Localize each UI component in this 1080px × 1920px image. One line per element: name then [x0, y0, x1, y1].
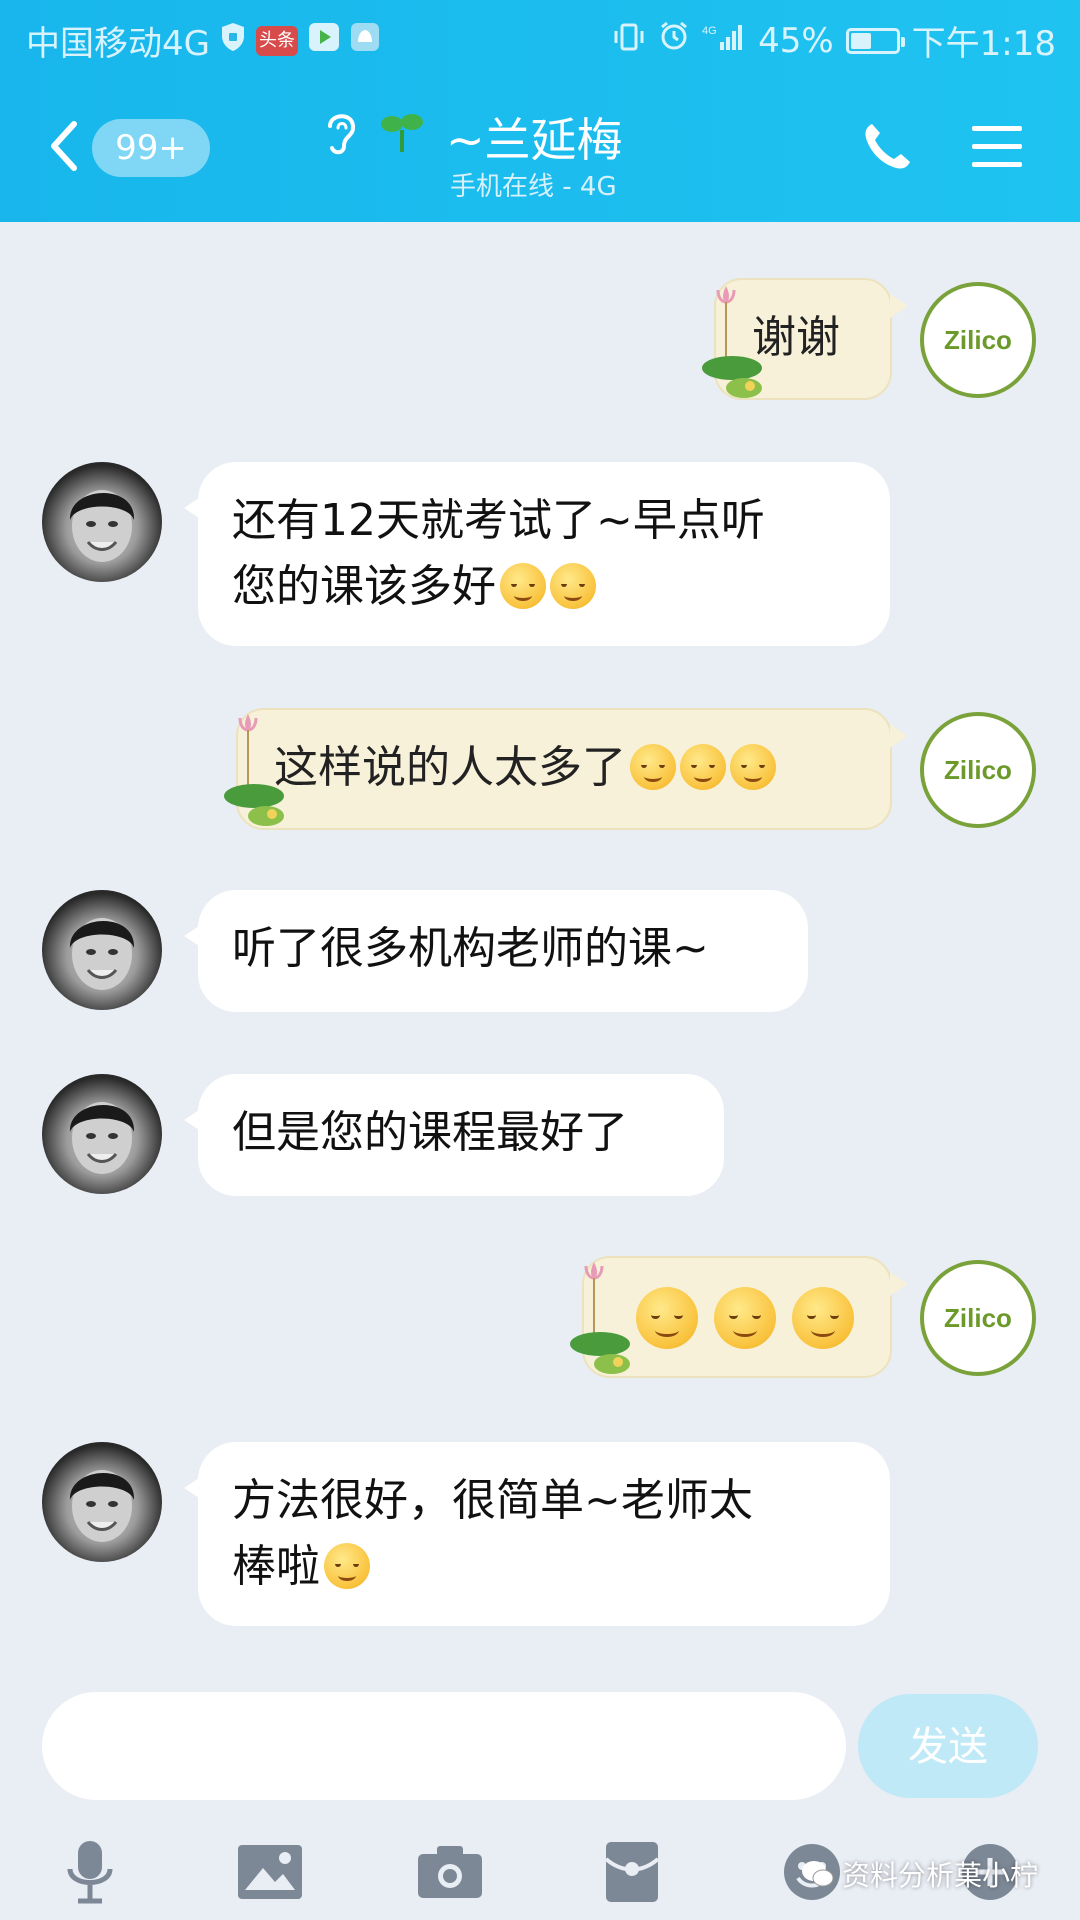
avatar-logo-text: Zilico	[944, 324, 1012, 355]
message-bubble-incoming[interactable]: 方法很好，很简单~老师太 棒啦	[184, 1442, 890, 1626]
menu-icon[interactable]	[970, 122, 1024, 176]
red-packet-button[interactable]	[592, 1832, 672, 1912]
contact-title[interactable]: ~兰延梅 手机在线 - 4G	[320, 100, 760, 210]
message-text-line: 方法很好，很简单~老师太	[232, 1475, 753, 1526]
camera-icon	[418, 1846, 482, 1898]
unread-count-badge[interactable]: 99+	[92, 119, 210, 177]
avatar-logo-text: Zilico	[944, 1302, 1012, 1333]
blushing-face-icon	[792, 1287, 854, 1349]
watermark-text: 资料分析菓小柠	[842, 1859, 1039, 1892]
my-avatar[interactable]: Zilico	[920, 1260, 1036, 1376]
chat-header: 中国移动4G 头条 4G 45% 下午1:18 99+ ~兰延梅 手机在线 - …	[0, 0, 1080, 222]
message-bubble-outgoing[interactable]: 谢谢	[702, 278, 908, 400]
video-app-icon	[308, 21, 340, 61]
message-text-line: 棒啦	[232, 1541, 320, 1592]
contact-avatar[interactable]	[42, 1074, 162, 1194]
crying-face-icon	[550, 563, 596, 609]
tears-of-joy-icon	[630, 744, 676, 790]
red-packet-icon	[604, 1842, 660, 1902]
message-text-line: 还有12天就考试了~早点听	[232, 495, 765, 546]
blushing-face-icon	[714, 1287, 776, 1349]
battery-icon	[845, 27, 905, 54]
carrier-label: 中国移动4G	[26, 24, 210, 64]
toutiao-app-icon: 头条	[255, 25, 298, 56]
message-text-line: 您的课该多好	[232, 561, 496, 612]
woman-portrait-icon	[69, 490, 135, 562]
message-bubble-outgoing[interactable]: 这样说的人太多了	[224, 708, 908, 830]
grinning-face-icon	[324, 1543, 370, 1589]
svg-text:4G: 4G	[702, 25, 717, 37]
status-bar: 中国移动4G 头条 4G 45% 下午1:18	[0, 0, 1080, 76]
contact-name: ~兰延梅	[446, 113, 623, 167]
phone-icon[interactable]	[860, 120, 914, 178]
alarm-icon	[658, 20, 690, 61]
huawei-app-icon	[350, 21, 380, 61]
tears-of-joy-icon	[680, 744, 726, 790]
send-button[interactable]: 发送	[858, 1694, 1038, 1798]
woman-portrait-icon	[69, 1102, 135, 1174]
avatar-logo-text: Zilico	[944, 754, 1012, 785]
message-text: 但是您的课程最好了	[232, 1107, 628, 1158]
signal-icon: 4G	[702, 21, 746, 61]
tears-of-joy-icon	[730, 744, 776, 790]
microphone-icon	[67, 1841, 113, 1904]
watermark: 资料分析菓小柠	[800, 1854, 1038, 1894]
vibrate-icon	[612, 21, 646, 61]
message-text: 这样说的人太多了	[274, 742, 626, 793]
camera-button[interactable]	[410, 1832, 490, 1912]
image-icon	[238, 1845, 302, 1899]
battery-percent: 45%	[758, 20, 834, 61]
woman-portrait-icon	[69, 1470, 135, 1542]
woman-portrait-icon	[69, 918, 135, 990]
message-bubble-outgoing[interactable]	[570, 1256, 908, 1378]
message-input[interactable]	[42, 1692, 846, 1800]
contact-avatar[interactable]	[42, 462, 162, 582]
blushing-face-icon	[636, 1287, 698, 1349]
voice-button[interactable]	[50, 1832, 130, 1912]
contact-avatar[interactable]	[42, 1442, 162, 1562]
wechat-icon	[802, 1861, 834, 1887]
message-bubble-incoming[interactable]: 但是您的课程最好了	[184, 1074, 724, 1196]
clock: 下午1:18	[911, 24, 1056, 64]
shield-icon	[220, 21, 246, 61]
image-button[interactable]	[230, 1832, 310, 1912]
message-bubble-incoming[interactable]: 听了很多机构老师的课~	[184, 890, 808, 1012]
message-text: 听了很多机构老师的课~	[232, 923, 709, 974]
back-button[interactable]	[44, 118, 84, 174]
battery-level	[850, 32, 871, 49]
contact-status: 手机在线 - 4G	[450, 172, 617, 202]
sprout-icon	[378, 108, 426, 160]
chevron-left-icon	[51, 121, 77, 171]
contact-avatar[interactable]	[42, 890, 162, 1010]
ear-icon[interactable]	[320, 106, 362, 162]
my-avatar[interactable]: Zilico	[920, 712, 1036, 828]
my-avatar[interactable]: Zilico	[920, 282, 1036, 398]
message-bubble-incoming[interactable]: 还有12天就考试了~早点听 您的课该多好	[184, 462, 890, 646]
crying-face-icon	[500, 563, 546, 609]
message-text: 谢谢	[752, 312, 840, 363]
